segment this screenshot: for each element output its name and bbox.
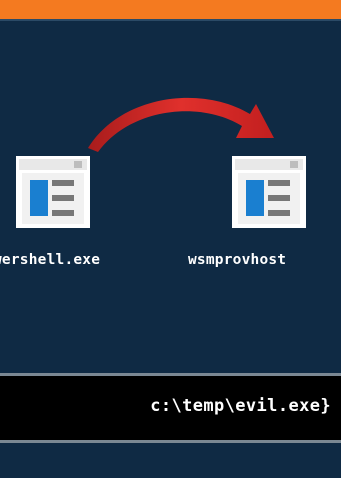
accent-bar-divider [0,19,341,21]
bottom-background [0,443,341,478]
window-icon [232,156,306,228]
terminal-command-text: c:\temp\evil.exe} [150,396,331,416]
accent-bar [0,0,341,19]
diagram-page: wershell.exe wsmprovhost c:\temp\evil.ex… [0,0,341,478]
window-icon [16,156,90,228]
curved-arrow-icon [88,97,274,152]
source-process-label: wershell.exe [0,252,101,268]
target-process-label: wsmprovhost [188,252,287,268]
